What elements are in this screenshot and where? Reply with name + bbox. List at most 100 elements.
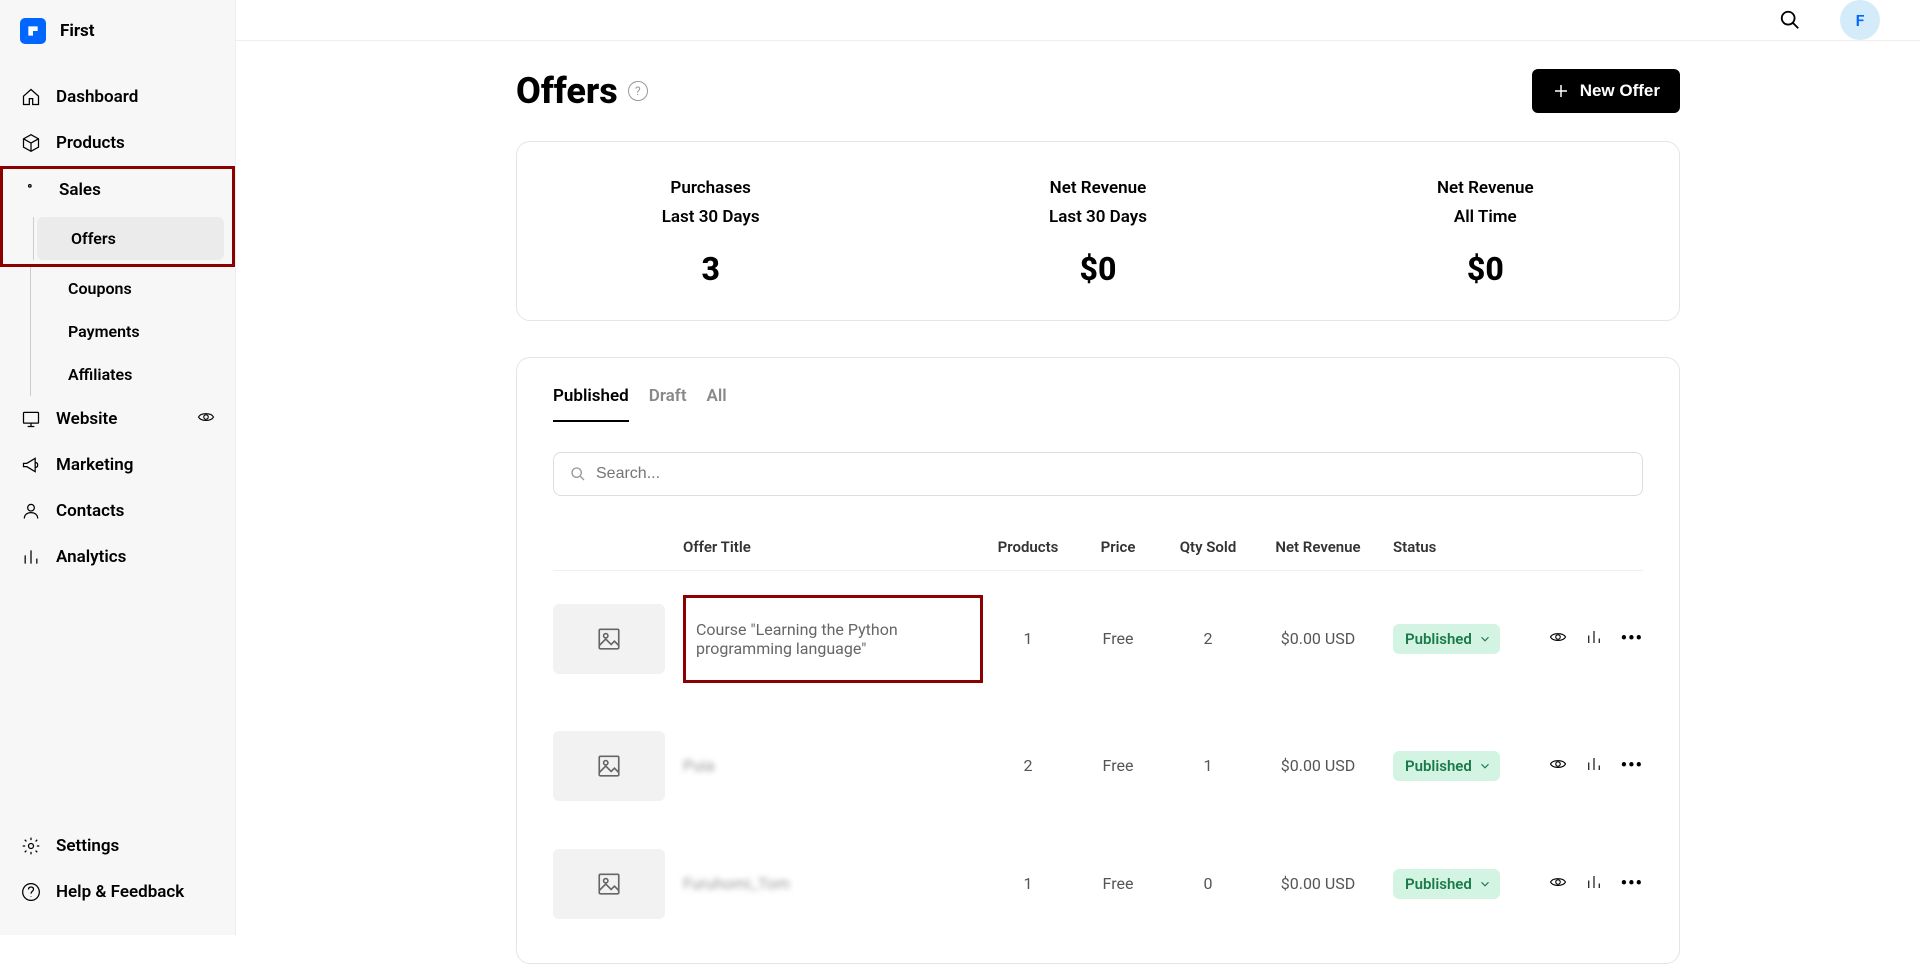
stat-value: $0	[904, 250, 1291, 288]
eye-icon[interactable]	[197, 408, 215, 431]
tabs: Published Draft All	[553, 386, 1643, 422]
more-icon[interactable]: •••	[1621, 873, 1643, 894]
table-row[interactable]: Course "Learning the Python programming …	[553, 571, 1643, 707]
offer-thumbnail	[553, 604, 665, 674]
home-icon	[20, 86, 42, 108]
image-icon	[596, 753, 622, 779]
sidebar-label: Dashboard	[56, 87, 138, 107]
megaphone-icon	[20, 454, 42, 476]
top-search-button[interactable]	[1776, 6, 1804, 34]
sidebar-footer: Settings Help & Feedback	[0, 823, 235, 935]
offer-qty: 2	[1163, 629, 1253, 648]
stat-sublabel: All Time	[1292, 203, 1679, 232]
chevron-down-icon	[1478, 759, 1492, 773]
gear-icon	[20, 835, 42, 857]
offer-revenue: $0.00 USD	[1253, 756, 1383, 775]
tab-published[interactable]: Published	[553, 386, 629, 422]
sidebar-label: Help & Feedback	[56, 882, 184, 902]
stat-value: 3	[517, 250, 904, 288]
stat-sublabel: Last 30 Days	[904, 203, 1291, 232]
help-tooltip-icon[interactable]: ?	[628, 81, 648, 101]
analytics-action-icon[interactable]	[1585, 628, 1603, 650]
offer-title: Puia	[683, 756, 725, 775]
new-offer-label: New Offer	[1580, 81, 1660, 101]
content: Offers ? New Offer Purchases Last 30 Day…	[236, 41, 1920, 964]
offer-thumbnail	[553, 849, 665, 919]
main-nav: Dashboard Products Sales Offers C	[0, 62, 235, 823]
stat-label: Purchases	[517, 174, 904, 203]
stat-net-revenue-30: Net Revenue Last 30 Days $0	[904, 174, 1291, 288]
new-offer-button[interactable]: New Offer	[1532, 69, 1680, 113]
user-icon	[20, 500, 42, 522]
status-badge[interactable]: Published	[1393, 624, 1500, 654]
stat-net-revenue-all: Net Revenue All Time $0	[1292, 174, 1679, 288]
more-icon[interactable]: •••	[1621, 755, 1643, 776]
offers-table-card: Published Draft All Offer Title Products…	[516, 357, 1680, 964]
status-badge[interactable]: Published	[1393, 869, 1500, 899]
bars-icon	[20, 546, 42, 568]
table-row[interactable]: Furuhomi_Tom 1 Free 0 $0.00 USD Publishe…	[553, 825, 1643, 943]
sidebar-item-marketing[interactable]: Marketing	[0, 442, 235, 488]
box-icon	[20, 132, 42, 154]
sales-subnav: Offers	[3, 217, 232, 260]
sidebar-item-analytics[interactable]: Analytics	[0, 534, 235, 580]
image-icon	[596, 871, 622, 897]
offers-table: Offer Title Products Price Qty Sold Net …	[553, 524, 1643, 943]
sidebar-brand[interactable]: First	[0, 0, 235, 62]
offer-qty: 1	[1163, 756, 1253, 775]
tag-icon	[23, 179, 45, 201]
table-header: Offer Title Products Price Qty Sold Net …	[553, 524, 1643, 571]
stat-label: Net Revenue	[904, 174, 1291, 203]
tab-all[interactable]: All	[707, 386, 727, 422]
sidebar-item-dashboard[interactable]: Dashboard	[0, 74, 235, 120]
offer-products: 2	[983, 756, 1073, 775]
chevron-down-icon	[1478, 632, 1492, 646]
search-input[interactable]	[596, 465, 1626, 483]
image-icon	[596, 626, 622, 652]
col-status: Status	[1383, 538, 1513, 556]
sidebar-label: Sales	[59, 180, 101, 200]
offers-search[interactable]	[553, 452, 1643, 496]
sidebar-label: Settings	[56, 836, 119, 856]
avatar[interactable]: F	[1840, 0, 1880, 40]
preview-icon[interactable]	[1549, 755, 1567, 777]
sidebar-item-products[interactable]: Products	[0, 120, 235, 166]
sidebar-item-website[interactable]: Website	[0, 396, 235, 442]
sidebar-label: Website	[56, 409, 117, 429]
offer-revenue: $0.00 USD	[1253, 874, 1383, 893]
col-products: Products	[983, 538, 1073, 556]
preview-icon[interactable]	[1549, 628, 1567, 650]
analytics-action-icon[interactable]	[1585, 755, 1603, 777]
more-icon[interactable]: •••	[1621, 628, 1643, 649]
offer-products: 1	[983, 629, 1073, 648]
sidebar-item-sales[interactable]: Sales	[0, 166, 235, 213]
brand-name: First	[60, 21, 95, 41]
sidebar-item-payments[interactable]: Payments	[30, 310, 235, 353]
preview-icon[interactable]	[1549, 873, 1567, 895]
sidebar-item-contacts[interactable]: Contacts	[0, 488, 235, 534]
status-badge[interactable]: Published	[1393, 751, 1500, 781]
sidebar-item-coupons[interactable]: Coupons	[30, 267, 235, 310]
offer-products: 1	[983, 874, 1073, 893]
table-row[interactable]: Puia 2 Free 1 $0.00 USD Published	[553, 707, 1643, 825]
col-price: Price	[1073, 538, 1163, 556]
stat-purchases: Purchases Last 30 Days 3	[517, 174, 904, 288]
question-icon	[20, 881, 42, 903]
monitor-icon	[20, 408, 42, 430]
chevron-down-icon	[1478, 877, 1492, 891]
sidebar-item-help[interactable]: Help & Feedback	[0, 869, 235, 915]
offer-title: Course "Learning the Python programming …	[683, 595, 983, 683]
offer-price: Free	[1073, 756, 1163, 775]
sidebar-item-affiliates[interactable]: Affiliates	[30, 353, 235, 396]
page-header: Offers ? New Offer	[516, 69, 1680, 113]
sidebar-item-settings[interactable]: Settings	[0, 823, 235, 869]
sidebar: First Dashboard Products Sales	[0, 0, 236, 935]
topbar: F	[236, 0, 1920, 41]
offer-revenue: $0.00 USD	[1253, 629, 1383, 648]
main-area: F Offers ? New Offer Purchases Last 30 D…	[236, 0, 1920, 935]
logo-icon	[20, 18, 46, 44]
sidebar-item-offers[interactable]: Offers	[37, 217, 224, 260]
offer-title: Furuhomi_Tom	[683, 874, 800, 893]
analytics-action-icon[interactable]	[1585, 873, 1603, 895]
tab-draft[interactable]: Draft	[649, 386, 687, 422]
